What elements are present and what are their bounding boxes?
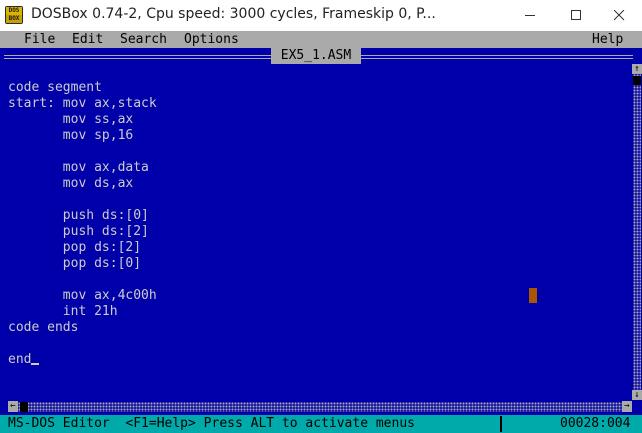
menu-help[interactable]: Help: [592, 31, 623, 48]
cursor-position: 00028:004: [560, 416, 631, 431]
close-icon: [614, 10, 625, 21]
code-line[interactable]: mov ax,4c00h: [8, 288, 157, 304]
code-line[interactable]: int 21h: [8, 304, 157, 320]
editor-window: EX5_1.ASM code segment start: mov ax,stac…: [0, 48, 642, 415]
status-message: MS-DOS Editor <F1=Help> Press ALT to act…: [8, 416, 415, 431]
minimize-button[interactable]: [507, 0, 553, 31]
menu-bar: File Edit Search Options Help: [0, 31, 642, 48]
window-titlebar[interactable]: DOS BOX DOSBox 0.74-2, Cpu speed: 3000 c…: [0, 0, 642, 31]
close-button[interactable]: [596, 0, 642, 31]
code-line[interactable]: pop ds:[2]: [8, 240, 157, 256]
scroll-left-icon[interactable]: ←: [8, 401, 18, 412]
code-line[interactable]: [8, 192, 157, 208]
vertical-scroll-thumb[interactable]: [633, 76, 641, 85]
window-title: DOSBox 0.74-2, Cpu speed: 3000 cycles, F…: [31, 6, 436, 22]
horizontal-scrollbar[interactable]: ← →: [8, 400, 632, 413]
maximize-icon: [571, 10, 581, 20]
code-line[interactable]: end: [8, 352, 157, 368]
dosbox-app-icon[interactable]: DOS BOX: [5, 6, 23, 24]
code-line[interactable]: mov ss,ax: [8, 112, 157, 128]
code-line[interactable]: code ends: [8, 320, 157, 336]
horizontal-scroll-track[interactable]: [18, 402, 622, 412]
app-icon-top-text: DOS: [6, 7, 22, 15]
scroll-up-icon[interactable]: ↑: [632, 64, 642, 74]
code-line[interactable]: push ds:[0]: [8, 208, 157, 224]
maximize-button[interactable]: [553, 0, 599, 31]
status-separator: [500, 416, 502, 432]
menu-edit[interactable]: Edit: [72, 31, 103, 48]
menu-file[interactable]: File: [24, 31, 55, 48]
code-line[interactable]: mov ds,ax: [8, 176, 157, 192]
menu-search[interactable]: Search: [120, 31, 167, 48]
menu-options[interactable]: Options: [184, 31, 239, 48]
code-text-area[interactable]: code segment start: mov ax,stack mov ss,a…: [8, 80, 157, 368]
code-line[interactable]: push ds:[2]: [8, 224, 157, 240]
code-line[interactable]: mov sp,16: [8, 128, 157, 144]
status-bar: MS-DOS Editor <F1=Help> Press ALT to act…: [0, 415, 642, 433]
minimize-icon: [525, 15, 535, 16]
horizontal-scroll-thumb[interactable]: [20, 402, 28, 412]
code-line[interactable]: [8, 336, 157, 352]
code-line[interactable]: [8, 272, 157, 288]
scroll-right-icon[interactable]: →: [622, 401, 632, 412]
mouse-cursor: [529, 288, 537, 303]
text-cursor: [31, 363, 40, 365]
vertical-scrollbar[interactable]: ↑ ↓: [632, 64, 642, 400]
code-line[interactable]: pop ds:[0]: [8, 256, 157, 272]
scroll-down-icon[interactable]: ↓: [632, 390, 642, 400]
vertical-scroll-track[interactable]: [633, 74, 641, 390]
code-line[interactable]: [8, 144, 157, 160]
document-title[interactable]: EX5_1.ASM: [271, 48, 361, 64]
app-icon-bottom-text: BOX: [6, 15, 22, 23]
code-line[interactable]: start: mov ax,stack: [8, 96, 157, 112]
code-line[interactable]: mov ax,data: [8, 160, 157, 176]
code-line[interactable]: code segment: [8, 80, 157, 96]
